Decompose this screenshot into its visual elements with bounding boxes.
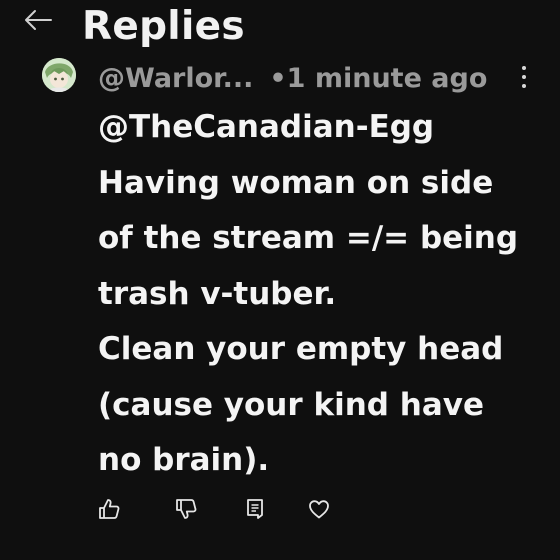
more-options-button[interactable]	[512, 64, 536, 90]
comment-line: @TheCanadian-Egg	[98, 109, 435, 145]
next-reply-partial	[52, 553, 252, 560]
comment-body: @TheCanadian-Egg Having woman on side of…	[98, 100, 548, 489]
dislike-button[interactable]	[173, 496, 199, 522]
reply-button[interactable]	[242, 496, 268, 522]
author-handle[interactable]: @Warlor...	[98, 63, 253, 94]
comment-actions	[96, 496, 356, 524]
avatar[interactable]	[42, 58, 76, 92]
more-vertical-icon-dot	[522, 66, 526, 70]
comment-line: Having woman on side	[98, 164, 494, 201]
heart-button[interactable]	[306, 496, 332, 522]
avatar-image	[42, 58, 76, 92]
arrow-left-icon	[25, 10, 52, 30]
replies-page: Replies @Warlor... •1 minute ago @TheCan…	[0, 0, 560, 560]
more-vertical-icon-dot	[522, 75, 526, 79]
comment-line: Clean your empty head	[98, 331, 504, 367]
like-button[interactable]	[96, 496, 122, 522]
heart-icon	[309, 500, 329, 519]
reply-comment-icon	[247, 499, 263, 519]
comment-meta: @Warlor... •1 minute ago	[98, 58, 487, 98]
comment-line: trash v-tuber.	[98, 275, 337, 312]
comment-line: of the stream =/= being	[98, 220, 519, 256]
comment-line: (cause your kind have	[98, 386, 484, 423]
comment-timestamp: •1 minute ago	[269, 62, 488, 94]
page-title: Replies	[82, 4, 245, 49]
back-button[interactable]	[18, 2, 58, 38]
more-vertical-icon-dot	[522, 84, 526, 88]
comment-line: no brain).	[98, 442, 270, 478]
thumbs-down-icon	[176, 499, 197, 519]
thumbs-up-icon	[99, 499, 120, 519]
